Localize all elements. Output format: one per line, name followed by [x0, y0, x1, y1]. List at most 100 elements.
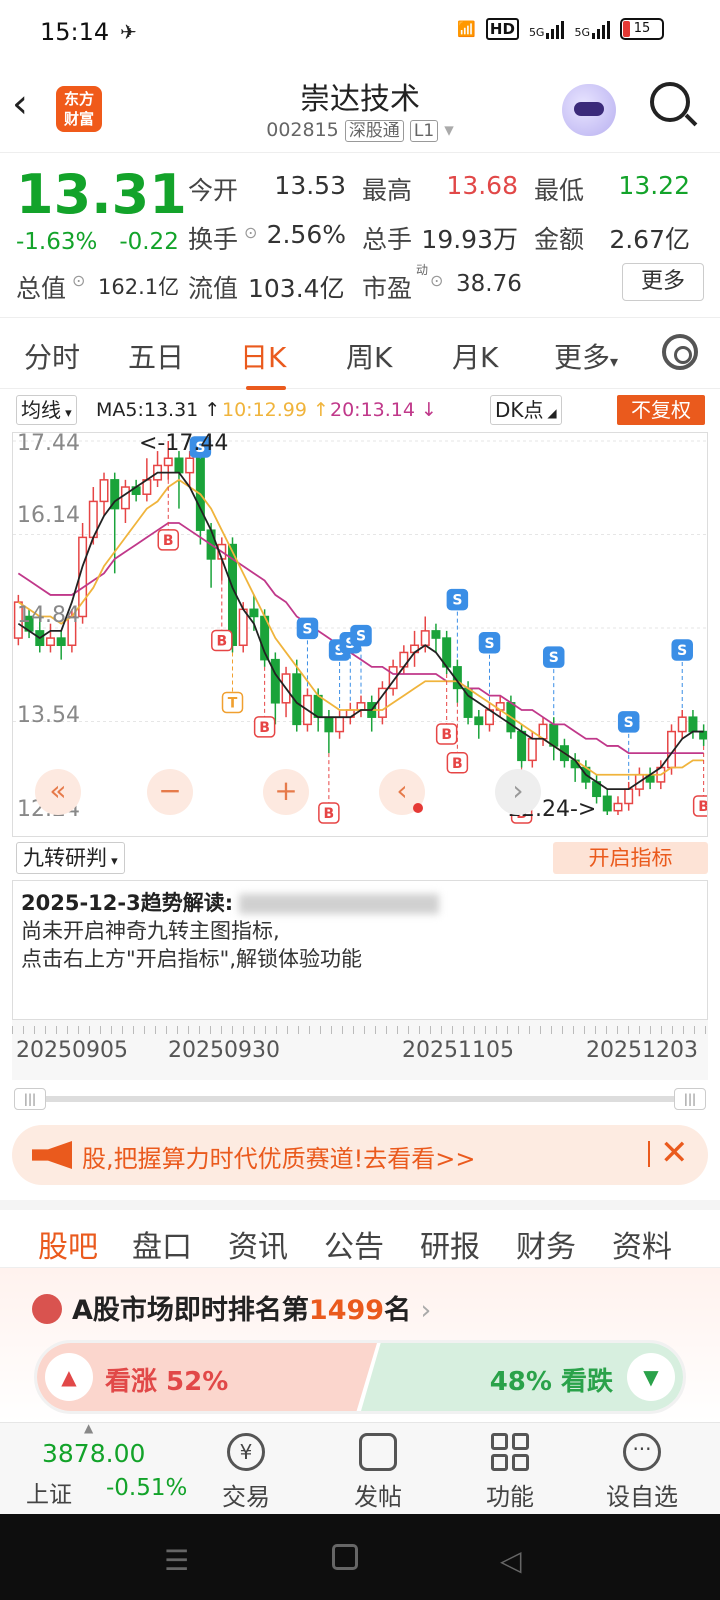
- nav-trade[interactable]: ¥ 交易: [196, 1433, 296, 1512]
- index-value[interactable]: 3878.00: [42, 1439, 145, 1468]
- signal-label-S: S: [356, 629, 366, 645]
- tab-five-day[interactable]: 五日: [128, 336, 184, 376]
- candle-body: [624, 788, 634, 805]
- open-value: 13.53: [274, 171, 346, 200]
- rank-text[interactable]: A股市场即时排名第1499名 ›: [72, 1288, 431, 1327]
- kline-chart[interactable]: BSBTBSBSSSSBSBBSSSB 17.44 16.14 14.84 13…: [12, 432, 708, 837]
- ma10-value: 10:12.99 ↑: [222, 399, 329, 421]
- candle-body: [99, 479, 109, 503]
- info-icon[interactable]: ⊙: [72, 271, 85, 290]
- ma-select[interactable]: 均线 ▾: [16, 395, 77, 425]
- signal-label-B: B: [324, 806, 335, 822]
- content-tabs: 股吧 盘口 资讯 公告 研报 财务 资料: [0, 1200, 720, 1278]
- tab-guba[interactable]: 股吧: [38, 1222, 98, 1278]
- scroll-left-fast-icon[interactable]: «: [35, 769, 81, 815]
- tab-intraday[interactable]: 分时: [24, 336, 80, 376]
- candle-body: [163, 457, 173, 467]
- system-nav-bar: ☰ ◁: [0, 1514, 720, 1600]
- nav-add-watchlist[interactable]: ··· 设自选: [592, 1433, 692, 1512]
- float-value: 103.4亿: [248, 274, 345, 303]
- app-notification-icon: ✈: [120, 20, 137, 44]
- ma-legend: 均线 ▾ MA5:13.31 ↑ 10:12.99 ↑ 20:13.14 ↓ D…: [0, 393, 720, 427]
- restore-mode-button[interactable]: 不复权: [617, 395, 705, 425]
- triangle-up-icon[interactable]: ▲: [45, 1353, 93, 1401]
- pe-sup: 动: [416, 263, 429, 277]
- turnover-value: 2.56%: [266, 220, 346, 249]
- wifi-icon: 📶: [457, 20, 476, 38]
- search-icon[interactable]: [650, 82, 690, 122]
- dk-select[interactable]: DK点 ◢: [490, 395, 562, 425]
- range-handle-right[interactable]: |||: [674, 1088, 706, 1110]
- menu-icon[interactable]: ☰: [164, 1544, 189, 1577]
- back-icon[interactable]: ◁: [500, 1544, 522, 1577]
- candle-body: [699, 730, 707, 740]
- low-value: 13.22: [618, 171, 690, 200]
- nav-functions[interactable]: 功能: [460, 1433, 560, 1512]
- tab-monthly-k[interactable]: 月K: [452, 336, 498, 376]
- zoom-in-icon[interactable]: +: [263, 769, 309, 815]
- status-bar: 15:14 ✈ 📶 HD 5G 5G 15: [0, 0, 720, 64]
- home-icon[interactable]: [332, 1544, 358, 1570]
- range-scrollbar[interactable]: ||| |||: [12, 1088, 708, 1110]
- gear-icon[interactable]: [662, 334, 698, 370]
- high-marker: <-17.44: [139, 432, 229, 456]
- volume-label: 总手: [362, 225, 413, 254]
- info-icon[interactable]: ⊙: [430, 271, 443, 290]
- close-icon[interactable]: ✕: [660, 1133, 689, 1173]
- pe-label: 市盈: [362, 274, 413, 303]
- date-label: 20251203: [586, 1038, 698, 1063]
- y-tick-label: 16.14: [17, 503, 80, 528]
- status-time: 15:14: [40, 18, 110, 46]
- high-label: 最高: [362, 176, 413, 205]
- tab-daily-k[interactable]: 日K: [240, 336, 287, 390]
- scroll-right-icon[interactable]: ›: [495, 769, 541, 815]
- candle-body: [56, 637, 66, 647]
- candle-body: [249, 608, 259, 618]
- triangle-down-icon[interactable]: ▼: [627, 1353, 675, 1401]
- amount-value: 2.67亿: [609, 225, 690, 254]
- battery-icon: 15: [620, 18, 664, 40]
- ma5-value: MA5:13.31 ↑: [96, 399, 221, 421]
- tab-announcements[interactable]: 公告: [324, 1222, 384, 1266]
- tab-weekly-k[interactable]: 周K: [346, 336, 392, 376]
- chevron-down-icon: ▾: [444, 119, 454, 141]
- axis-ticks: [12, 1026, 708, 1034]
- tab-research[interactable]: 研报: [420, 1222, 480, 1266]
- grid-icon: [491, 1433, 529, 1471]
- tab-news[interactable]: 资讯: [228, 1222, 288, 1266]
- signal-label-T: T: [228, 695, 238, 711]
- info-icon[interactable]: ⊙: [244, 223, 257, 242]
- bearish-label: 48% 看跌: [489, 1367, 613, 1397]
- open-indicator-button[interactable]: 开启指标: [553, 842, 708, 874]
- range-handle-left[interactable]: |||: [14, 1088, 46, 1110]
- ai-assistant-icon[interactable]: [562, 84, 616, 136]
- tab-more[interactable]: 更多▾: [554, 336, 618, 376]
- candle-body: [313, 694, 323, 718]
- y-tick-label: 13.54: [17, 703, 80, 728]
- mktcap-value: 162.1亿: [98, 275, 180, 299]
- promo-text[interactable]: 股,把握算力时代优质赛道!去看看>>: [82, 1139, 475, 1174]
- candle-body: [45, 637, 55, 647]
- trend-line-1: 尚未开启神奇九转主图指标,: [21, 919, 280, 943]
- app-header: ‹ 东方 财富 崇达技术 002815 深股通 L1 ▾: [0, 64, 720, 152]
- candle-body: [527, 738, 537, 762]
- tab-finance[interactable]: 财务: [516, 1222, 576, 1266]
- date-label: 20250930: [168, 1038, 280, 1063]
- indicator-select[interactable]: 九转研判 ▾: [16, 842, 125, 874]
- zoom-out-icon[interactable]: −: [147, 769, 193, 815]
- tab-pankou[interactable]: 盘口: [132, 1222, 192, 1266]
- more-quote-button[interactable]: 更多: [622, 263, 704, 301]
- bar-chart-icon: [32, 1294, 62, 1324]
- yen-icon: ¥: [227, 1433, 265, 1471]
- promo-banner[interactable]: 股,把握算力时代优质赛道!去看看>> ✕: [12, 1125, 708, 1185]
- volume-value: 19.93万: [421, 225, 518, 254]
- last-price: 13.31: [16, 163, 187, 226]
- caret-up-icon: ▲: [84, 1421, 94, 1435]
- y-tick-label: 14.84: [17, 603, 80, 628]
- nav-post[interactable]: 发帖: [328, 1433, 428, 1512]
- index-name: 上证: [26, 1482, 72, 1508]
- signal-label-B: B: [259, 720, 270, 736]
- signal-label-S: S: [549, 650, 559, 666]
- candle-body: [677, 716, 687, 733]
- tab-profile[interactable]: 资料: [612, 1222, 672, 1266]
